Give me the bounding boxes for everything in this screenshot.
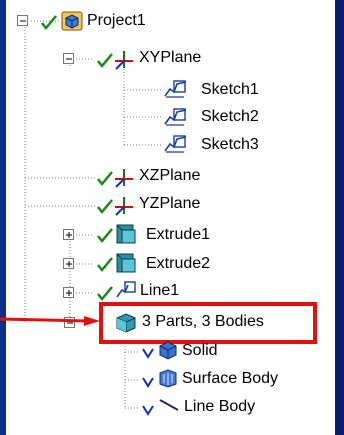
tree-item-surface-body[interactable]: Surface Body	[182, 369, 278, 389]
xyplane-collapse-toggle[interactable]	[63, 53, 74, 64]
extrude-icon	[116, 253, 136, 273]
check-icon	[97, 228, 113, 243]
sketch-icon	[116, 281, 136, 298]
check-icon	[41, 15, 57, 30]
plane-axes-icon	[115, 197, 133, 216]
sketch-icon	[164, 135, 187, 153]
chevron-down-icon	[142, 348, 154, 359]
plane-axes-icon	[115, 51, 133, 70]
surface-body-icon	[159, 369, 177, 388]
tree-item-extrude1[interactable]: Extrude1	[146, 225, 210, 245]
line-body-icon	[159, 399, 179, 411]
extrude-icon	[116, 224, 136, 244]
solid-body-icon	[159, 341, 177, 360]
tree-item-yzplane[interactable]: YZPlane	[139, 194, 200, 214]
extrude1-expand-toggle[interactable]	[63, 229, 74, 240]
extrude2-expand-toggle[interactable]	[63, 258, 74, 269]
chevron-down-icon	[142, 377, 154, 388]
tree-item-sketch1[interactable]: Sketch1	[201, 80, 259, 100]
tree-item-sketch2[interactable]: Sketch2	[201, 107, 259, 127]
tree-item-xyplane[interactable]: XYPlane	[139, 48, 201, 68]
check-icon	[97, 286, 113, 301]
chevron-down-icon	[142, 405, 154, 416]
plane-axes-icon	[115, 169, 133, 188]
tree-item-line1[interactable]: Line1	[140, 281, 179, 301]
line1-expand-toggle[interactable]	[63, 287, 74, 298]
callout-arrow	[0, 316, 100, 326]
project-icon	[61, 11, 83, 31]
check-icon	[97, 257, 113, 272]
sketch-icon	[164, 108, 187, 126]
tree-item-project[interactable]: Project1	[87, 11, 146, 31]
tree-item-xzplane[interactable]: XZPlane	[139, 166, 200, 186]
root-collapse-toggle[interactable]	[17, 15, 28, 26]
highlight-box	[99, 302, 317, 344]
tree-item-sketch3[interactable]: Sketch3	[201, 135, 259, 155]
sketch-icon	[164, 80, 187, 98]
tree-item-solid[interactable]: Solid	[182, 341, 218, 361]
tree-item-extrude2[interactable]: Extrude2	[146, 254, 210, 274]
tree-item-line-body[interactable]: Line Body	[184, 397, 255, 417]
